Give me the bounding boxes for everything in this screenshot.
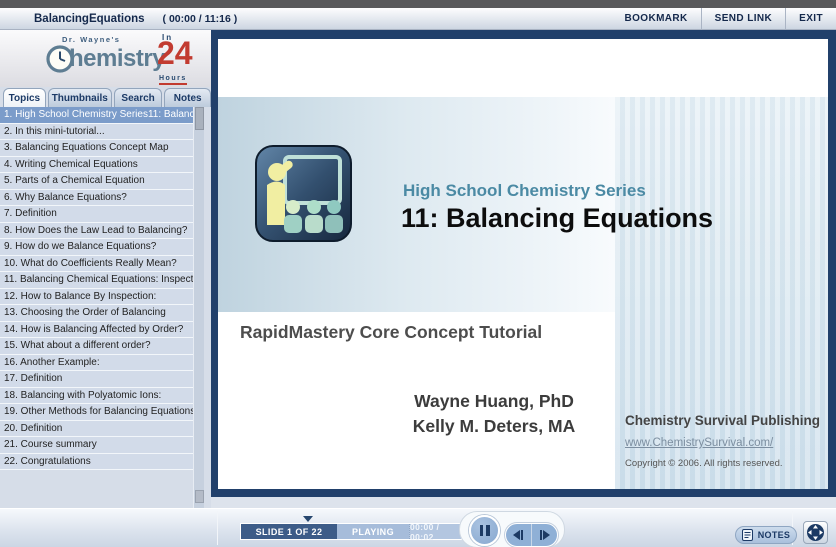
next-icon [543,530,550,540]
topic-item[interactable]: 7. Definition [0,206,193,223]
topic-item[interactable]: 12. How to Balance By Inspection: [0,288,193,305]
copyright-text: Copyright © 2006. All rights reserved. [625,458,783,469]
prev-next-control [505,523,558,547]
logo-hours: Hours [159,75,187,85]
topic-item[interactable]: 2. In this mini-tutorial... [0,123,193,140]
topic-item[interactable]: 8. How Does the Law Lead to Balancing? [0,222,193,239]
presentation-title: BalancingEquations [34,12,145,25]
sidebar: Dr. Wayne's hemistry In 24 Hours Topics … [0,30,211,508]
slide-frame: High School Chemistry Series 11: Balanci… [211,30,836,497]
topic-item[interactable]: 9. How do we Balance Equations? [0,239,193,256]
logo-prefix: Dr. Wayne's [62,35,121,44]
topic-item[interactable]: 16. Another Example: [0,354,193,371]
playbar-divider-left [217,511,218,545]
scrollbar-down-button[interactable] [195,490,204,503]
fullscreen-icon [807,524,824,541]
publisher-link[interactable]: www.ChemistrySurvival.com/ [625,437,773,449]
topic-item[interactable]: 21. Course summary [0,437,193,454]
logo-24: 24 [157,35,193,71]
slide-main-title: 11: Balancing Equations [401,203,714,233]
slide-counter: SLIDE 1 OF 22 [241,524,337,539]
presentation-player-window: BalancingEquations ( 00:00 / 11:16 ) BOO… [0,0,836,547]
exit-button[interactable]: EXIT [785,8,836,29]
slide-bottom-filler [211,497,836,508]
topic-item[interactable]: 1. High School Chemistry Series11: Balan… [0,107,193,124]
fullscreen-button[interactable] [803,521,828,544]
author-1: Wayne Huang, PhD [414,391,574,411]
topic-item[interactable]: 10. What do Coefficients Really Mean? [0,255,193,272]
topic-item[interactable]: 5. Parts of a Chemical Equation [0,173,193,190]
topic-list: 1. High School Chemistry Series11: Balan… [0,107,193,470]
bookmark-button[interactable]: BOOKMARK [611,8,700,29]
progress-marker-icon[interactable] [303,516,313,522]
send-link-button[interactable]: SEND LINK [700,8,786,29]
topic-item[interactable]: 11. Balancing Chemical Equations: Inspec… [0,272,193,289]
publisher-name: Chemistry Survival Publishing [625,413,821,428]
publisher-block: Chemistry Survival Publishing www.Chemis… [625,413,825,469]
next-slide-button[interactable] [531,524,557,546]
pause-button[interactable] [469,515,500,546]
tab-topics[interactable]: Topics [3,88,46,107]
topic-item[interactable]: 17. Definition [0,371,193,388]
scrollbar-thumb[interactable] [195,107,204,130]
tab-notes[interactable]: Notes [164,88,211,107]
tutorial-subtitle: RapidMastery Core Concept Tutorial [240,322,543,342]
window-top-strip [0,0,836,8]
topic-item[interactable]: 13. Choosing the Order of Balancing [0,305,193,322]
slide-time: 00:00 / 00:02 [409,522,461,542]
topic-item[interactable]: 15. What about a different order? [0,338,193,355]
title-bar: BalancingEquations ( 00:00 / 11:16 ) BOO… [0,8,836,30]
topic-item[interactable]: 19. Other Methods for Balancing Equation… [0,404,193,421]
pause-icon [479,525,483,536]
topic-item[interactable]: 22. Congratulations [0,453,193,470]
topic-item[interactable]: 18. Balancing with Polyatomic Ions: [0,387,193,404]
previous-icon [513,530,520,540]
tab-thumbnails[interactable]: Thumbnails [47,88,112,107]
topic-item[interactable]: 4. Writing Chemical Equations [0,156,193,173]
slide: High School Chemistry Series 11: Balanci… [218,39,828,489]
topic-item[interactable]: 14. How is Balancing Affected by Order? [0,321,193,338]
previous-slide-button[interactable] [506,524,531,546]
chemistry-logo: hemistry [46,45,166,73]
classroom-icon [255,145,352,242]
content-row: Dr. Wayne's hemistry In 24 Hours Topics … [0,30,836,508]
author-2: Kelly M. Deters, MA [412,416,576,436]
logo-area: Dr. Wayne's hemistry In 24 Hours [0,30,211,87]
logo-word: hemistry [69,45,166,72]
topic-item[interactable]: 20. Definition [0,420,193,437]
playback-status: PLAYING [337,524,409,539]
sidebar-tabs: Topics Thumbnails Search Notes [0,87,211,107]
title-bar-menu: BOOKMARK SEND LINK EXIT [611,8,836,29]
topic-item[interactable]: 3. Balancing Equations Concept Map [0,140,193,157]
notes-button[interactable]: NOTES [735,526,797,544]
notes-icon [741,529,753,541]
progress-bar[interactable]: SLIDE 1 OF 22 PLAYING 00:00 / 00:02 [240,522,462,542]
transport-controls [459,511,565,547]
topic-list-scrollbar[interactable] [193,107,204,508]
main-area: High School Chemistry Series 11: Balanci… [211,30,836,508]
topic-item[interactable]: 6. Why Balance Equations? [0,189,193,206]
tab-search[interactable]: Search [113,88,163,107]
playback-bar: SLIDE 1 OF 22 PLAYING 00:00 / 00:02 NOTE… [0,508,836,547]
total-time-indicator: ( 00:00 / 11:16 ) [162,12,238,25]
series-title: High School Chemistry Series [403,181,646,200]
authors-block: Wayne Huang, PhD Kelly M. Deters, MA [388,389,600,439]
notes-label: NOTES [757,530,791,540]
